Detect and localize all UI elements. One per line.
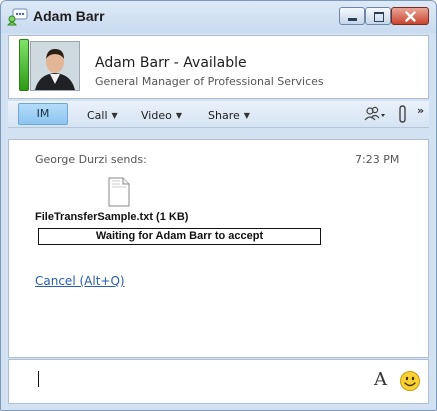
communicator-icon xyxy=(7,8,28,26)
conversation-history xyxy=(8,139,429,358)
maximize-button[interactable] xyxy=(365,7,391,25)
close-icon xyxy=(405,11,416,22)
maximize-icon xyxy=(374,12,384,22)
message-input[interactable] xyxy=(8,359,429,404)
avatar[interactable] xyxy=(30,41,80,91)
sender-line: George Durzi sends: xyxy=(35,153,147,166)
minimize-icon xyxy=(348,18,357,21)
text-file-icon[interactable] xyxy=(108,177,130,207)
contact-job-title: General Manager of Professional Services xyxy=(95,75,324,88)
smiley-icon[interactable] xyxy=(399,370,421,392)
message-timestamp: 7:23 PM xyxy=(355,153,400,166)
im-button[interactable]: IM xyxy=(18,103,68,125)
presence-available-bar xyxy=(19,39,29,91)
title-bar[interactable]: Adam Barr xyxy=(1,1,436,33)
share-label: Share xyxy=(208,109,240,122)
font-button[interactable]: A xyxy=(374,369,387,390)
chevron-down-icon: ▼ xyxy=(243,111,250,120)
person-photo-icon xyxy=(31,42,79,90)
minimize-button[interactable] xyxy=(339,7,365,25)
conversation-window: Adam Barr Adam Barr - Available General … xyxy=(0,0,437,411)
close-button[interactable] xyxy=(391,7,429,25)
window-title: Adam Barr xyxy=(33,8,105,24)
video-button[interactable]: Video ▼ xyxy=(141,109,182,122)
cancel-transfer-link[interactable]: Cancel (Alt+Q) xyxy=(35,274,125,288)
text-cursor xyxy=(38,371,39,387)
transfer-status: Waiting for Adam Barr to accept xyxy=(38,228,321,245)
file-name: FileTransferSample.txt (1 KB) xyxy=(35,211,189,223)
paperclip-icon[interactable] xyxy=(397,104,409,124)
contact-name-status: Adam Barr - Available xyxy=(95,55,247,71)
people-icon[interactable] xyxy=(364,105,386,123)
video-label: Video xyxy=(141,109,172,122)
chevron-down-icon: ▼ xyxy=(111,111,118,120)
call-label: Call xyxy=(87,109,108,122)
call-button[interactable]: Call ▼ xyxy=(87,109,118,122)
share-button[interactable]: Share ▼ xyxy=(208,109,250,122)
chevron-down-icon: ▼ xyxy=(175,111,182,120)
more-options-button[interactable]: » xyxy=(417,104,424,117)
